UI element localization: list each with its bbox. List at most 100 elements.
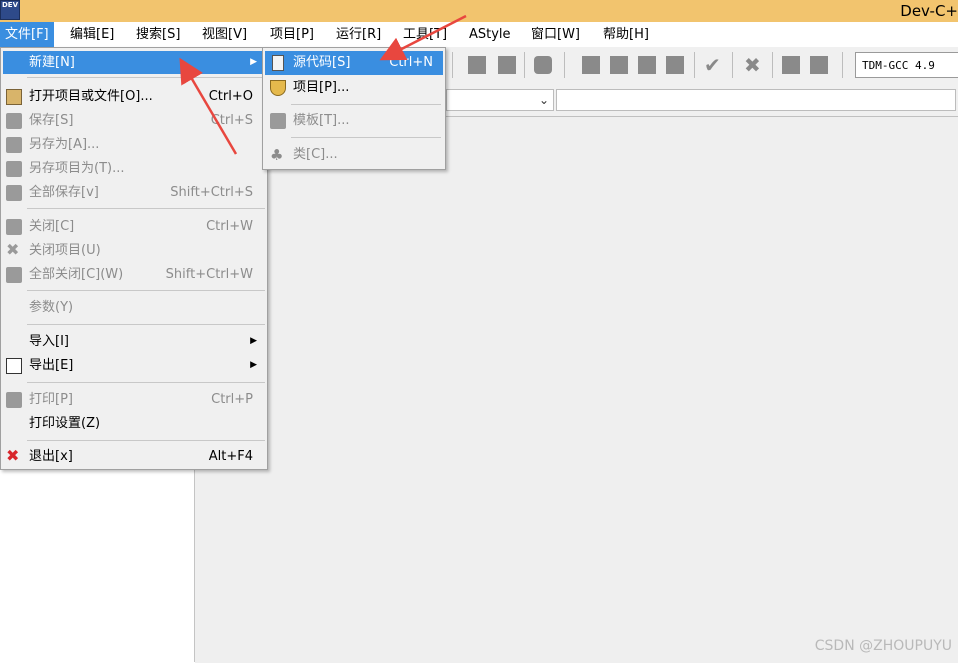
menu-item-label: 另存为[A]...	[29, 137, 100, 152]
menu-item-save-all[interactable]: 全部保存[v] Shift+Ctrl+S	[3, 181, 265, 204]
menu-item-open[interactable]: 打开项目或文件[O]... Ctrl+O	[3, 85, 265, 108]
menu-item-label: 退出[x]	[29, 449, 73, 464]
toolbar-separator	[842, 52, 843, 78]
menu-separator	[27, 382, 265, 383]
save-as-icon	[6, 137, 22, 153]
menu-edit[interactable]: 编辑[E]	[65, 22, 119, 47]
toolbar-compile-icon[interactable]	[582, 56, 600, 74]
menu-item-label: 关闭[C]	[29, 219, 75, 234]
menu-run[interactable]: 运行[R]	[331, 22, 386, 47]
close-file-icon	[6, 219, 22, 235]
save-project-as-icon	[6, 161, 22, 177]
menu-item-shortcut: Shift+Ctrl+W	[165, 267, 253, 282]
menu-separator	[27, 208, 265, 209]
menu-item-new[interactable]: 新建[N] ▶	[3, 51, 265, 74]
submenu-item-label: 源代码[S]	[293, 55, 351, 70]
menu-astyle[interactable]: AStyle	[464, 22, 516, 47]
export-icon	[6, 358, 22, 374]
menu-view[interactable]: 视图[V]	[197, 22, 252, 47]
menu-item-print-setup[interactable]: 打印设置(Z)	[3, 412, 265, 435]
submenu-item-template[interactable]: 模板[T]...	[265, 109, 443, 133]
close-icon[interactable]: ✖	[744, 55, 762, 75]
menu-item-shortcut: Ctrl+O	[208, 89, 253, 104]
submenu-item-label: 模板[T]...	[293, 113, 350, 128]
menu-window[interactable]: 窗口[W]	[526, 22, 585, 47]
menu-file[interactable]: 文件[F]	[0, 22, 54, 47]
menu-item-label: 另存项目为(T)...	[29, 161, 125, 176]
menu-item-label: 全部关闭[C](W)	[29, 267, 124, 282]
menu-item-shortcut: Shift+Ctrl+S	[170, 185, 253, 200]
menu-help[interactable]: 帮助[H]	[598, 22, 654, 47]
close-all-icon	[6, 267, 22, 283]
menu-item-close[interactable]: 关闭[C] Ctrl+W	[3, 215, 265, 238]
submenu-item-source-code[interactable]: 源代码[S] Ctrl+N	[265, 51, 443, 75]
menu-item-shortcut: Alt+F4	[208, 449, 253, 464]
template-icon	[270, 113, 286, 129]
exit-icon: ✖	[6, 446, 20, 465]
toolbar-indent-icon[interactable]	[468, 56, 486, 74]
member-combo[interactable]	[556, 89, 956, 111]
menu-search[interactable]: 搜索[S]	[131, 22, 185, 47]
class-icon: ♣	[270, 146, 284, 164]
toolbar-bookmark-icon[interactable]	[534, 56, 552, 74]
menu-item-import[interactable]: 导入[I] ▶	[3, 330, 265, 353]
editor-area[interactable]	[195, 116, 958, 663]
menu-item-shortcut: Ctrl+S	[210, 113, 253, 128]
menu-item-shortcut: Ctrl+P	[211, 392, 253, 407]
submenu-item-label: 项目[P]...	[293, 80, 350, 95]
source-file-icon	[272, 55, 284, 71]
menu-item-parameters[interactable]: 参数(Y)	[3, 296, 265, 319]
menu-item-exit[interactable]: ✖ 退出[x] Alt+F4	[3, 445, 265, 468]
menu-bar: 文件[F] 编辑[E] 搜索[S] 视图[V] 项目[P] 运行[R] 工具[T…	[0, 22, 958, 48]
toolbar-separator	[694, 52, 695, 78]
menu-separator	[27, 324, 265, 325]
toolbar-separator	[772, 52, 773, 78]
menu-item-print[interactable]: 打印[P] Ctrl+P	[3, 388, 265, 411]
watermark: CSDN @ZHOUPUYU	[814, 638, 952, 654]
toolbar-debug-icon[interactable]	[782, 56, 800, 74]
menu-project[interactable]: 项目[P]	[265, 22, 319, 47]
toolbar-profile-icon[interactable]	[810, 56, 828, 74]
chevron-down-icon[interactable]: ⌄	[539, 93, 549, 107]
toolbar-rebuild-icon[interactable]	[666, 56, 684, 74]
file-menu: 新建[N] ▶ 打开项目或文件[O]... Ctrl+O 保存[S] Ctrl+…	[0, 47, 268, 470]
menu-item-label: 全部保存[v]	[29, 185, 99, 200]
save-icon	[6, 113, 22, 129]
toolbar-separator	[732, 52, 733, 78]
menu-separator	[291, 104, 441, 105]
menu-item-save[interactable]: 保存[S] Ctrl+S	[3, 109, 265, 132]
app-logo-icon[interactable]: DEV	[0, 0, 20, 20]
open-project-icon	[6, 89, 22, 105]
menu-item-close-all[interactable]: 全部关闭[C](W) Shift+Ctrl+W	[3, 263, 265, 286]
project-icon	[270, 80, 286, 96]
toolbar-run-icon[interactable]	[610, 56, 628, 74]
toolbar-separator	[564, 52, 565, 78]
menu-tools[interactable]: 工具[T]	[398, 22, 452, 47]
submenu-arrow-icon: ▶	[250, 57, 257, 67]
toolbar-unindent-icon[interactable]	[498, 56, 516, 74]
menu-item-label: 打印设置(Z)	[29, 416, 101, 431]
menu-separator	[27, 77, 265, 78]
submenu-item-project[interactable]: 项目[P]...	[265, 76, 443, 100]
submenu-item-class[interactable]: ♣ 类[C]...	[265, 143, 443, 167]
title-bar	[0, 0, 958, 22]
menu-item-label: 导出[E]	[29, 358, 74, 373]
app-logo-text: DEV	[1, 1, 18, 9]
menu-item-shortcut: Ctrl+W	[206, 219, 253, 234]
menu-item-label: 参数(Y)	[29, 300, 74, 315]
check-icon[interactable]: ✔	[704, 55, 722, 75]
menu-item-label: 关闭项目(U)	[29, 243, 101, 258]
menu-item-label: 导入[I]	[29, 334, 69, 349]
toolbar-compile-run-icon[interactable]	[638, 56, 656, 74]
menu-separator	[27, 290, 265, 291]
toolbar-separator	[524, 52, 525, 78]
menu-item-close-project[interactable]: ✖ 关闭项目(U)	[3, 239, 265, 262]
menu-item-save-project-as[interactable]: 另存项目为(T)...	[3, 157, 265, 180]
class-combo[interactable]: ⌄	[446, 89, 554, 111]
compiler-select[interactable]: TDM-GCC 4.9	[855, 52, 958, 78]
menu-separator	[291, 137, 441, 138]
submenu-arrow-icon: ▶	[250, 336, 257, 346]
menu-item-export[interactable]: 导出[E] ▶	[3, 354, 265, 377]
menu-item-save-as[interactable]: 另存为[A]...	[3, 133, 265, 156]
submenu-item-shortcut: Ctrl+N	[389, 55, 433, 70]
